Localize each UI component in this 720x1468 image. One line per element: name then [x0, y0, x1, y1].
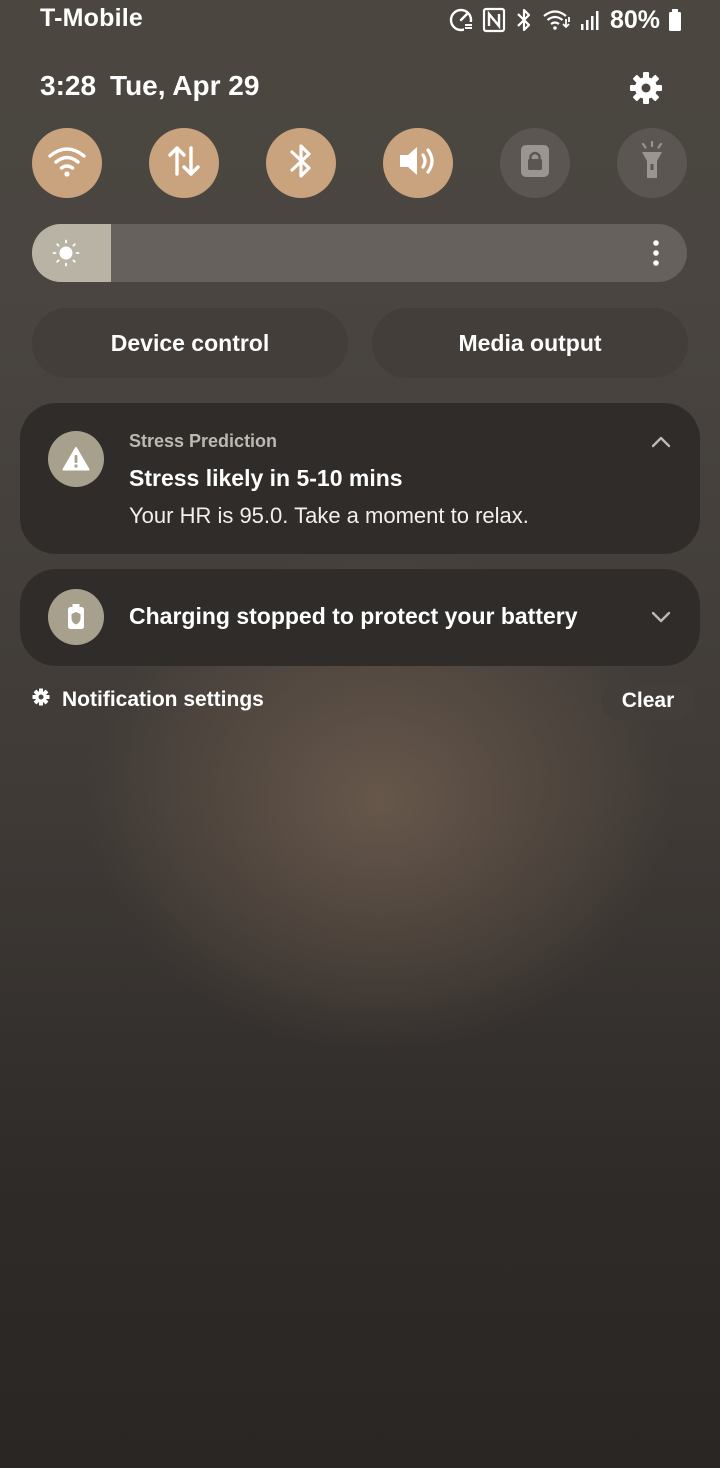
notification-settings-label: Notification settings [62, 688, 264, 711]
lock-rotation-icon [520, 144, 550, 183]
more-options-icon[interactable] [649, 238, 663, 268]
signal-icon [580, 9, 600, 31]
clock-date-row: 3:28 Tue, Apr 29 [40, 70, 259, 102]
clear-button[interactable]: Clear [601, 682, 695, 720]
settings-gear-icon[interactable] [628, 70, 664, 106]
clock-date[interactable]: Tue, Apr 29 [110, 70, 259, 102]
bluetooth-toggle[interactable] [266, 128, 336, 198]
notification-settings-link[interactable]: Notification settings [32, 688, 264, 712]
status-icons: 80% [448, 6, 682, 34]
flashlight-toggle[interactable] [617, 128, 687, 198]
clock-time[interactable]: 3:28 [40, 70, 96, 102]
mobile-data-toggle[interactable] [149, 128, 219, 198]
carrier-name: T-Mobile [40, 4, 143, 32]
notification-text: Your HR is 95.0. Take a moment to relax. [129, 503, 529, 528]
battery-percent: 80% [609, 5, 660, 34]
media-output-button[interactable]: Media output [372, 308, 688, 378]
warning-icon [48, 431, 104, 487]
chevron-up-icon[interactable] [650, 435, 672, 449]
brightness-slider[interactable] [32, 224, 687, 282]
wifi-icon [542, 7, 572, 33]
sound-toggle[interactable] [383, 128, 453, 198]
wifi-toggle[interactable] [32, 128, 102, 198]
device-control-button[interactable]: Device control [32, 308, 348, 378]
notification-title: Charging stopped to protect your battery [129, 603, 578, 629]
bluetooth-icon [514, 7, 534, 33]
chevron-down-icon[interactable] [650, 610, 672, 624]
battery-protect-icon [48, 589, 104, 645]
rotation-lock-toggle[interactable] [500, 128, 570, 198]
sound-icon [396, 142, 440, 185]
notification-charging-stopped[interactable]: Charging stopped to protect your battery [20, 569, 700, 666]
notification-stress-prediction[interactable]: Stress Prediction Stress likely in 5-10 … [20, 403, 700, 554]
sun-icon [52, 239, 80, 267]
notification-title: Stress likely in 5-10 mins [129, 465, 403, 491]
bluetooth-icon [286, 141, 316, 186]
battery-icon [668, 8, 682, 32]
status-bar: T-Mobile 80% [0, 0, 720, 40]
nfc-icon [482, 7, 506, 33]
notification-app-name: Stress Prediction [129, 431, 278, 451]
flashlight-icon [637, 140, 667, 186]
wifi-icon [47, 144, 87, 183]
gear-icon [32, 688, 50, 712]
data-saver-icon [448, 7, 474, 33]
mobile-data-icon [165, 142, 203, 185]
